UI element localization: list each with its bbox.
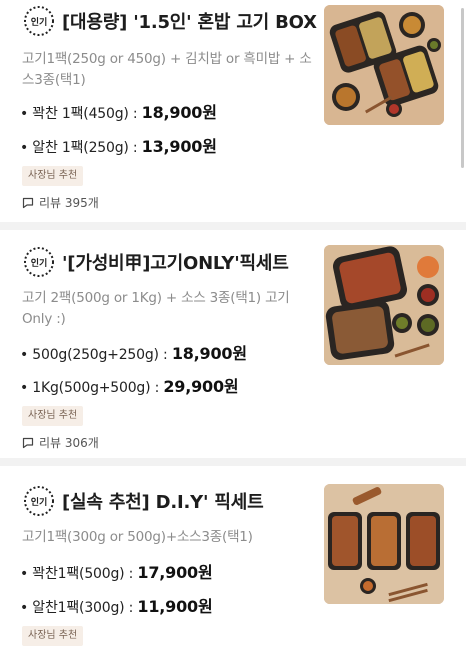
menu-item-description: 고기1팩(300g or 500g)+소스3종(택1) bbox=[22, 529, 253, 545]
option-price: 18,900원 bbox=[141, 103, 217, 122]
section-divider bbox=[0, 222, 466, 230]
option-label: • 꽉찬1팩(500g) : bbox=[20, 566, 138, 582]
option-price: 29,900원 bbox=[163, 377, 239, 396]
menu-item-card[interactable]: 인기 '[가성비甲]고기ONLY'픽세트 고기 2팩(500g or 1Kg) … bbox=[0, 230, 466, 458]
comment-icon bbox=[22, 437, 34, 448]
price-option: • 500g(250g+250g) : 18,900원 bbox=[20, 340, 247, 364]
menu-item-image[interactable] bbox=[324, 245, 444, 365]
menu-item-title-row: 인기 [대용량] '1.5인' 혼밥 고기 BOX bbox=[22, 4, 317, 38]
menu-item-title: [대용량] '1.5인' 혼밥 고기 BOX bbox=[62, 12, 317, 33]
price-option: • 1Kg(500g+500g) : 29,900원 bbox=[20, 373, 239, 397]
owner-recommend-tag: 사장님 추천 bbox=[22, 626, 84, 646]
price-option: • 알찬1팩(300g) : 11,900원 bbox=[20, 593, 213, 617]
option-price: 11,900원 bbox=[137, 597, 213, 616]
option-price: 13,900원 bbox=[141, 137, 217, 156]
option-label: • 알찬 1팩(250g) : bbox=[20, 140, 142, 156]
owner-recommend-tag: 사장님 추천 bbox=[22, 406, 84, 426]
menu-item-title: [실속 추천] D.I.Y' 픽세트 bbox=[62, 492, 264, 513]
price-option: • 꽉찬1팩(500g) : 17,900원 bbox=[20, 559, 213, 583]
menu-item-title: '[가성비甲]고기ONLY'픽세트 bbox=[62, 253, 289, 274]
popular-badge-icon: 인기 bbox=[22, 4, 56, 38]
price-option: • 꽉찬 1팩(450g) : 18,900원 bbox=[20, 99, 217, 123]
menu-item-title-row: 인기 [실속 추천] D.I.Y' 픽세트 bbox=[22, 484, 264, 518]
comment-icon bbox=[22, 197, 34, 208]
menu-item-card[interactable]: 인기 [실속 추천] D.I.Y' 픽세트 고기1팩(300g or 500g)… bbox=[0, 466, 466, 658]
owner-recommend-tag: 사장님 추천 bbox=[22, 166, 84, 186]
menu-item-card[interactable]: 인기 [대용량] '1.5인' 혼밥 고기 BOX 고기1팩(250g or 4… bbox=[0, 0, 466, 222]
option-label: • 꽉찬 1팩(450g) : bbox=[20, 106, 142, 122]
option-price: 17,900원 bbox=[137, 563, 213, 582]
price-option: • 알찬 1팩(250g) : 13,900원 bbox=[20, 133, 217, 157]
review-text: 리뷰 306개 bbox=[39, 436, 99, 450]
scrollbar[interactable] bbox=[461, 8, 464, 168]
review-count[interactable]: 리뷰 306개 bbox=[22, 434, 99, 451]
menu-item-title-row: 인기 '[가성비甲]고기ONLY'픽세트 bbox=[22, 245, 289, 279]
popular-badge-icon: 인기 bbox=[22, 245, 56, 279]
review-count[interactable]: 리뷰 395개 bbox=[22, 194, 99, 211]
option-label: • 1Kg(500g+500g) : bbox=[20, 380, 164, 396]
menu-item-image[interactable] bbox=[324, 5, 444, 125]
option-label: • 알찬1팩(300g) : bbox=[20, 600, 138, 616]
section-divider bbox=[0, 458, 466, 466]
option-price: 18,900원 bbox=[171, 344, 247, 363]
option-label: • 500g(250g+250g) : bbox=[20, 347, 172, 363]
popular-badge-icon: 인기 bbox=[22, 484, 56, 518]
review-text: 리뷰 395개 bbox=[39, 196, 99, 210]
menu-item-image[interactable] bbox=[324, 484, 444, 604]
menu-item-description: 고기 2팩(500g or 1Kg) + 소스 3종(택1) 고기 Only :… bbox=[22, 290, 290, 327]
menu-item-description: 고기1팩(250g or 450g) + 김치밥 or 흑미밥 + 소스3종(택… bbox=[22, 51, 312, 88]
